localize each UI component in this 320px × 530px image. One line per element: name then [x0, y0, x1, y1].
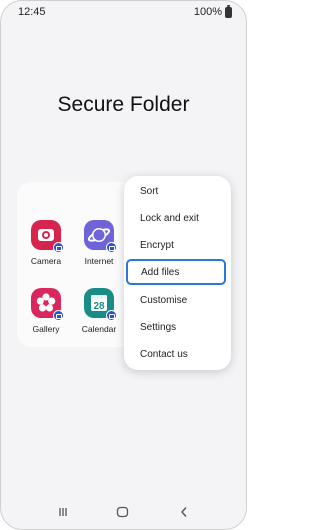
options-menu: Sort Lock and exit Encrypt Add files Cus… [124, 176, 231, 370]
app-label: Calendar [81, 324, 117, 334]
calendar-day: 28 [93, 301, 105, 312]
app-calendar[interactable]: 28 Calendar [74, 288, 124, 334]
menu-item-add-files[interactable]: Add files [126, 259, 226, 285]
back-icon[interactable] [179, 505, 189, 523]
app-gallery[interactable]: Gallery [21, 288, 71, 334]
menu-item-settings[interactable]: Settings [124, 314, 231, 340]
recents-icon[interactable] [57, 505, 69, 523]
app-label: Camera [30, 256, 62, 266]
secure-badge-icon [53, 242, 64, 253]
menu-item-sort[interactable]: Sort [124, 178, 231, 204]
page-title: Secure Folder [57, 93, 190, 116]
navigation-bar [1, 505, 246, 521]
menu-item-contact-us[interactable]: Contact us [124, 341, 231, 367]
status-bar: 12:45 100% [1, 4, 246, 20]
status-time: 12:45 [18, 6, 46, 18]
app-label: Internet [84, 256, 114, 266]
app-internet[interactable]: Internet [74, 220, 124, 266]
phone-screen: 12:45 100% Secure Folder Camera Internet… [0, 0, 247, 530]
app-label: Gallery [32, 324, 60, 334]
menu-item-encrypt[interactable]: Encrypt [124, 232, 231, 258]
calendar-icon: 28 [84, 288, 117, 321]
battery-icon [225, 4, 232, 18]
gallery-flower-icon [31, 288, 64, 321]
status-right: 100% [193, 4, 232, 18]
secure-badge-icon [106, 310, 117, 321]
app-camera[interactable]: Camera [21, 220, 71, 266]
secure-badge-icon [53, 310, 64, 321]
menu-item-lock-and-exit[interactable]: Lock and exit [124, 205, 231, 231]
battery-percentage: 100% [193, 6, 222, 18]
camera-icon [31, 220, 64, 253]
home-icon[interactable] [116, 505, 129, 523]
internet-planet-icon [84, 220, 117, 253]
secure-badge-icon [106, 242, 117, 253]
menu-item-customise[interactable]: Customise [124, 287, 231, 313]
